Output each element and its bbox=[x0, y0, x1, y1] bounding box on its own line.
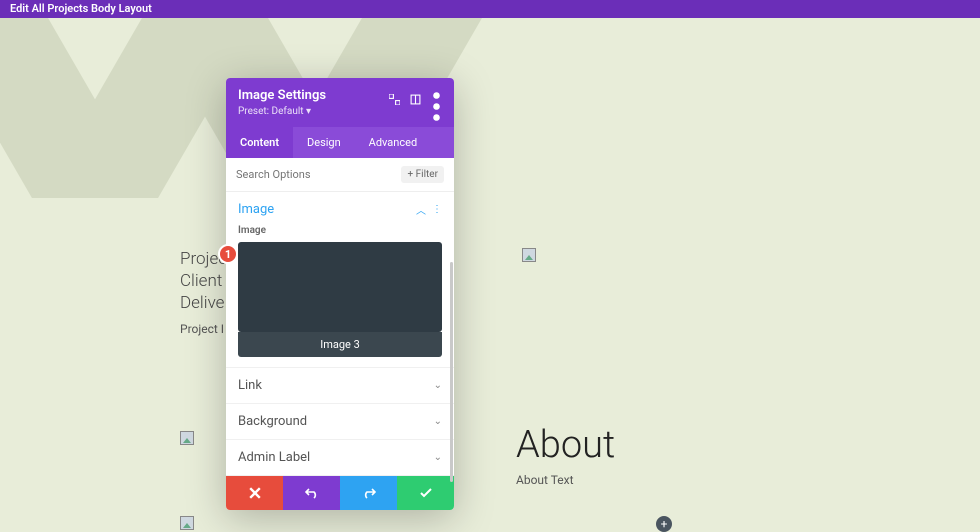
section-admin-label[interactable]: Admin Label ⌄ bbox=[226, 440, 454, 476]
scrollbar[interactable] bbox=[450, 262, 453, 482]
modal-tabs: Content Design Advanced bbox=[226, 127, 454, 158]
search-row: + Filter bbox=[226, 158, 454, 192]
annotation-badge: 1 bbox=[218, 244, 238, 264]
section-background[interactable]: Background ⌄ bbox=[226, 404, 454, 440]
image-placeholder-icon bbox=[180, 516, 194, 530]
tab-advanced[interactable]: Advanced bbox=[355, 127, 431, 158]
preset-label[interactable]: Preset: Default ▾ bbox=[238, 106, 442, 117]
snap-icon[interactable] bbox=[410, 90, 421, 101]
redo-button[interactable] bbox=[340, 476, 397, 510]
filter-button[interactable]: + Filter bbox=[401, 166, 444, 183]
chevron-down-icon: ⌄ bbox=[434, 416, 442, 427]
chevron-down-icon: ⌄ bbox=[434, 380, 442, 391]
tab-content[interactable]: Content bbox=[226, 127, 293, 158]
tab-design[interactable]: Design bbox=[293, 127, 355, 158]
save-button[interactable] bbox=[397, 476, 454, 510]
image-placeholder-icon bbox=[180, 431, 194, 445]
top-bar-title: Edit All Projects Body Layout bbox=[10, 2, 152, 15]
expand-icon[interactable] bbox=[389, 90, 400, 101]
info-description: Project I bbox=[180, 322, 232, 336]
chevron-up-icon: ︿ bbox=[416, 202, 426, 217]
info-line: Delive bbox=[180, 292, 232, 314]
about-text: About Text bbox=[516, 473, 615, 487]
chevron-down-icon: ⌄ bbox=[434, 452, 442, 463]
undo-button[interactable] bbox=[283, 476, 340, 510]
image-preview[interactable] bbox=[238, 242, 442, 332]
discard-button[interactable] bbox=[226, 476, 283, 510]
more-icon[interactable]: ⋮ bbox=[432, 204, 442, 215]
modal-footer bbox=[226, 476, 454, 510]
section-image-toggle[interactable]: Image ︿ ⋮ bbox=[238, 202, 442, 217]
section-link[interactable]: Link ⌄ bbox=[226, 368, 454, 404]
image-settings-modal: Image Settings Preset: Default ▾ Content… bbox=[226, 78, 454, 510]
image-placeholder-icon bbox=[522, 248, 536, 262]
modal-title: Image Settings bbox=[238, 88, 326, 103]
info-line: Client bbox=[180, 270, 232, 292]
image-field-label: Image bbox=[238, 225, 442, 236]
add-module-button[interactable]: + bbox=[656, 516, 672, 532]
about-section: About About Text bbox=[516, 423, 615, 487]
image-caption: Image 3 bbox=[238, 332, 442, 357]
more-icon[interactable] bbox=[431, 90, 442, 101]
about-heading: About bbox=[516, 423, 615, 467]
search-options-input[interactable] bbox=[236, 168, 356, 181]
modal-header[interactable]: Image Settings Preset: Default ▾ bbox=[226, 78, 454, 127]
top-bar: Edit All Projects Body Layout bbox=[0, 0, 980, 18]
section-image: Image ︿ ⋮ Image Image 3 bbox=[226, 192, 454, 368]
